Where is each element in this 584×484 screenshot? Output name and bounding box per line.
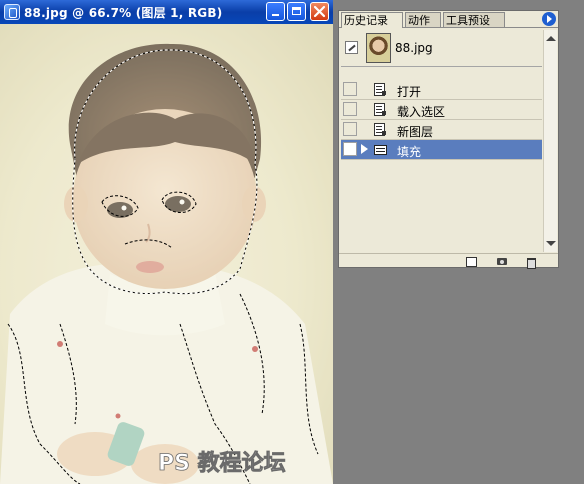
fill-icon (374, 145, 387, 155)
photo-watermark: PS 教程论坛 (158, 450, 286, 476)
history-step-label: 填充 (397, 145, 422, 159)
snapshot-thumbnail (366, 33, 391, 63)
history-step-label: 打开 (397, 85, 422, 99)
history-panel-footer (339, 253, 558, 269)
trash-icon[interactable] (525, 256, 537, 269)
scroll-up-icon[interactable] (545, 33, 556, 44)
history-brush-checkbox[interactable] (343, 82, 357, 96)
history-step-label: 新图层 (397, 125, 434, 139)
maximize-icon (292, 7, 301, 15)
panel-tabs: 历史记录 动作 工具预设 (339, 11, 558, 28)
history-brush-checkbox[interactable] (343, 102, 357, 116)
maximize-button[interactable] (287, 2, 306, 21)
tab-history[interactable]: 历史记录 (341, 12, 403, 28)
new-snapshot-icon[interactable] (497, 256, 509, 266)
panel-menu-button[interactable] (542, 12, 556, 26)
document-window: 88.jpg @ 66.7% (图层 1, RGB) PS 教程论坛 (0, 0, 333, 484)
tab-tool-presets[interactable]: 工具预设 (443, 12, 505, 27)
history-step-load-selection[interactable]: 载入选区 (341, 100, 542, 120)
tab-actions[interactable]: 动作 (405, 12, 441, 27)
history-step-open[interactable]: 打开 (341, 80, 542, 100)
history-list: 88.jpg 打开 载入选区 新图层 填充 (341, 30, 542, 252)
history-panel: 历史记录 动作 工具预设 88.jpg 打开 载入选区 新图层 填充 (338, 10, 559, 269)
minimize-button[interactable] (266, 2, 285, 21)
document-icon (374, 103, 386, 116)
history-state-slider-icon[interactable] (361, 144, 368, 154)
child-photo: PS 教程论坛 (0, 24, 333, 484)
minimize-icon (272, 14, 279, 16)
history-brush-source-icon[interactable] (345, 41, 358, 54)
history-step-fill[interactable]: 填充 (341, 140, 542, 160)
history-brush-checkbox[interactable] (343, 122, 357, 136)
new-document-from-state-icon[interactable] (465, 256, 477, 267)
document-titlebar[interactable]: 88.jpg @ 66.7% (图层 1, RGB) (0, 0, 333, 24)
snapshot-label: 88.jpg (395, 41, 433, 55)
photoshop-app-icon[interactable] (4, 4, 20, 20)
close-button[interactable] (310, 2, 329, 21)
document-icon (374, 123, 386, 136)
image-canvas[interactable]: PS 教程论坛 (0, 24, 333, 484)
document-title: 88.jpg @ 66.7% (图层 1, RGB) (24, 6, 223, 20)
close-icon (313, 5, 326, 18)
history-step-new-layer[interactable]: 新图层 (341, 120, 542, 140)
history-brush-checkbox[interactable] (343, 142, 357, 156)
scroll-down-icon[interactable] (545, 238, 556, 249)
history-snapshot[interactable]: 88.jpg (341, 30, 542, 67)
history-scrollbar[interactable] (543, 30, 557, 252)
document-icon (374, 83, 386, 96)
history-step-label: 载入选区 (397, 105, 446, 119)
